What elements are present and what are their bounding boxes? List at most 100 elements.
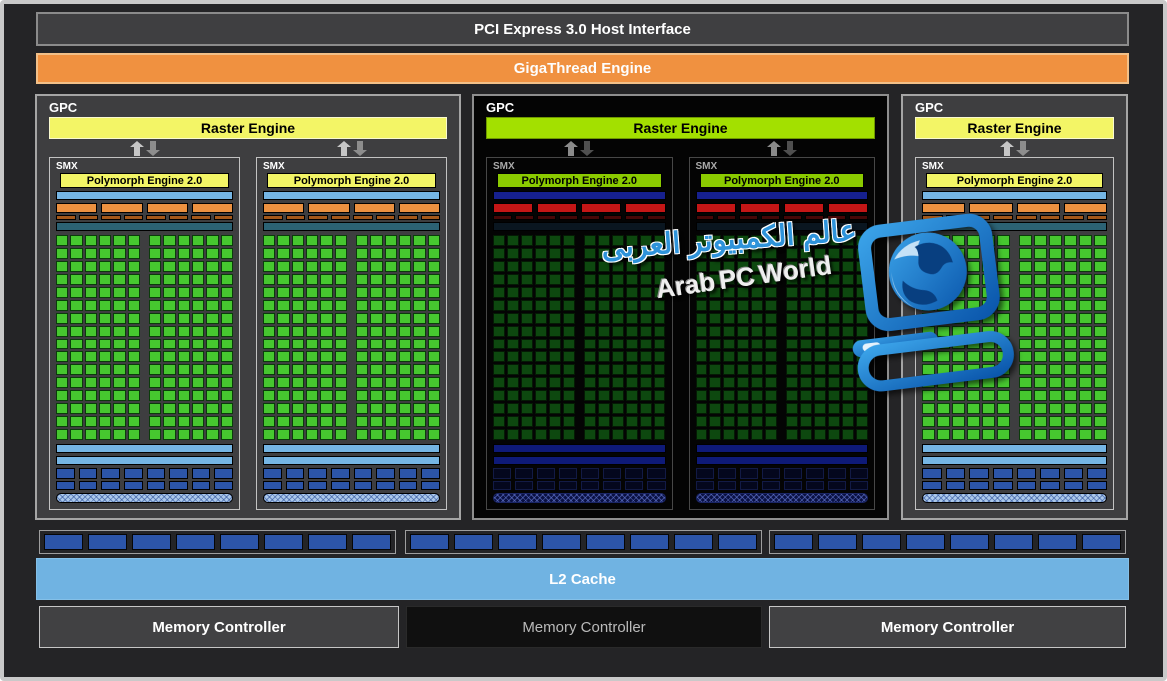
cuda-core-cell [356,235,368,246]
dispatch-unit-segment [696,215,715,220]
cuda-core-cell [70,300,82,311]
cuda-core-cell [149,339,161,350]
cuda-core-cell [99,235,111,246]
texture-cache-bar [263,493,440,503]
smx-label: SMX [56,160,233,173]
cuda-core-cell [828,274,840,285]
cuda-core-cell [428,326,440,337]
cuda-core-cell [612,235,624,246]
rop-segment [674,534,713,550]
core-grid-gutter [142,248,147,259]
cuda-core-cell [982,313,995,324]
cuda-core-cell [1064,313,1077,324]
cuda-core-cell [814,274,826,285]
cuda-core-cell [507,403,519,414]
l1-cache-bar [922,456,1107,465]
cuda-core-cell [521,351,533,362]
cuda-core-cell [751,339,763,350]
core-grid-gutter [577,416,582,427]
cuda-core-cell [563,287,575,298]
cuda-core-cell [997,377,1010,388]
cuda-core-cell [640,313,652,324]
cuda-core-cell [1064,248,1077,259]
cuda-core-cell [765,248,777,259]
cuda-core-cell [507,377,519,388]
cuda-core-cell [493,429,505,440]
cuda-core-cell [612,300,624,311]
smx-label: SMX [696,160,869,173]
cuda-core-cell [952,416,965,427]
cuda-core-cell [922,403,935,414]
sfu-segment [515,481,533,490]
cuda-core-cell [856,235,868,246]
cuda-core-cell [967,429,980,440]
cuda-core-cell [709,364,721,375]
core-grid-gutter [142,287,147,298]
cuda-core-cell [952,313,965,324]
cuda-core-grid [56,235,233,440]
cuda-core-cell [70,274,82,285]
core-grid-gutter [349,326,354,337]
polymorph-engine-bar: Polymorph Engine 2.0 [700,173,865,188]
cuda-core-cell [937,274,950,285]
cuda-core-cell [737,261,749,272]
cuda-core-cell [814,364,826,375]
cuda-core-cell [192,248,204,259]
cuda-core-cell [640,390,652,401]
cuda-core-cell [856,248,868,259]
cuda-core-cell [277,403,289,414]
cuda-core-cell [626,300,638,311]
cuda-core-cell [612,377,624,388]
cuda-core-cell [413,390,425,401]
cuda-core-cell [828,326,840,337]
cuda-core-cell [828,351,840,362]
cuda-core-cell [306,261,318,272]
cuda-core-cell [399,235,411,246]
cuda-core-cell [598,339,610,350]
cuda-core-cell [521,403,533,414]
cuda-core-cell [320,326,332,337]
sfu-segment [603,481,621,490]
cuda-core-cell [1034,261,1047,272]
arrow-slot [689,140,876,156]
cuda-core-cell [70,248,82,259]
cuda-core-cell [521,235,533,246]
cuda-core-cell [765,403,777,414]
cuda-core-cell [56,403,68,414]
cuda-core-cell [982,261,995,272]
cuda-core-cell [356,416,368,427]
cuda-core-cell [385,326,397,337]
cuda-core-cell [113,339,125,350]
smx-label: SMX [493,160,666,173]
cuda-core-cell [584,339,596,350]
load-store-segment [308,468,327,479]
cuda-core-cell [982,403,995,414]
core-grid-gutter [142,351,147,362]
core-grid-gutter [142,429,147,440]
cuda-core-cell [85,403,97,414]
sfu-segment [762,481,780,490]
core-grid-gutter [577,235,582,246]
cuda-core-cell [221,377,233,388]
cuda-core-cell [128,429,140,440]
cuda-core-cell [549,235,561,246]
cuda-core-cell [163,326,175,337]
cuda-core-cell [549,300,561,311]
cuda-core-cell [192,416,204,427]
cuda-core-cell [828,429,840,440]
cuda-core-cell [654,377,666,388]
dispatch-unit-segment [191,215,211,220]
sfu-segment [56,481,75,490]
cuda-core-cell [192,351,204,362]
cuda-core-cell [549,261,561,272]
cuda-core-cell [922,377,935,388]
cuda-core-cell [967,274,980,285]
cuda-core-cell [292,339,304,350]
cuda-core-cell [737,377,749,388]
cuda-core-cell [292,287,304,298]
cuda-core-cell [814,248,826,259]
cuda-core-cell [399,300,411,311]
cuda-core-cell [786,339,798,350]
load-store-segment [922,468,942,479]
cuda-core-cell [507,364,519,375]
